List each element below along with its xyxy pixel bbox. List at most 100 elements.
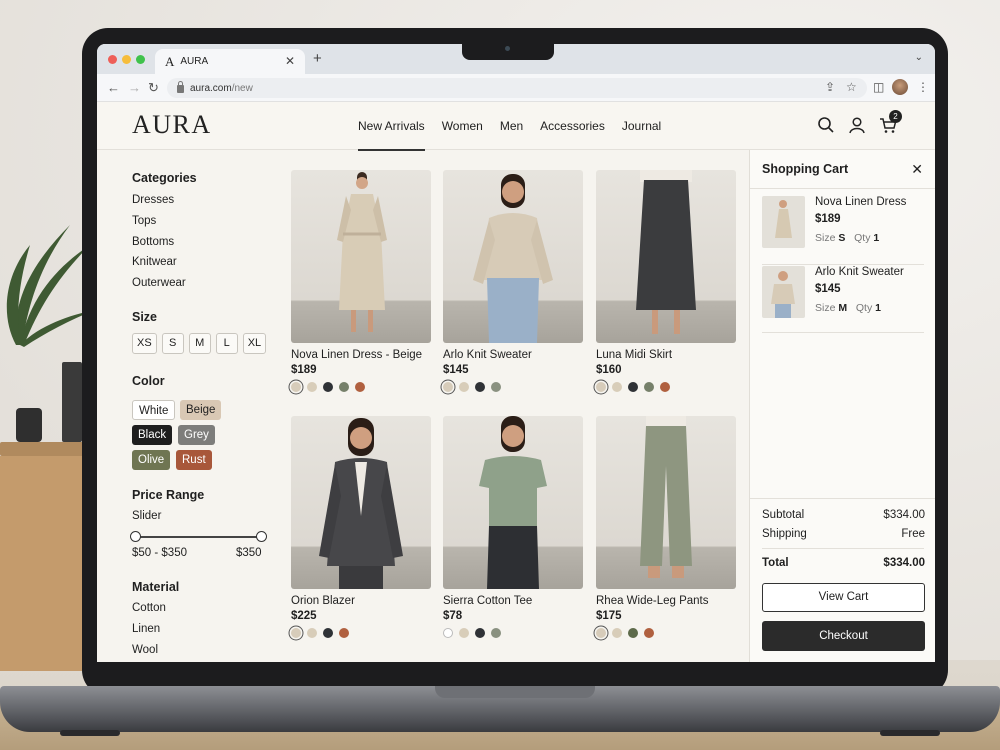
search-icon[interactable]	[817, 116, 835, 134]
product-photo[interactable]	[596, 416, 736, 589]
price-slider-max-handle[interactable]	[256, 531, 267, 542]
color-beige[interactable]: Beige	[180, 400, 222, 420]
cart-item-thumbnail[interactable]	[762, 266, 805, 318]
color-swatch[interactable]	[628, 628, 638, 638]
nav-men[interactable]: Men	[500, 102, 523, 150]
color-swatch[interactable]	[323, 382, 333, 392]
category-dresses[interactable]: Dresses	[132, 194, 174, 206]
product-photo[interactable]	[596, 170, 736, 343]
product-card[interactable]: Orion Blazer $225	[291, 416, 431, 638]
color-swatch[interactable]	[443, 628, 453, 638]
zoom-window-dot[interactable]	[136, 55, 145, 64]
nav-new-arrivals[interactable]: New Arrivals	[358, 102, 425, 151]
account-icon[interactable]	[848, 116, 866, 134]
cart-item-name[interactable]: Nova Linen Dress	[815, 196, 906, 208]
color-swatch[interactable]	[596, 382, 606, 392]
color-swatch[interactable]	[355, 382, 365, 392]
color-swatch[interactable]	[644, 628, 654, 638]
color-black[interactable]: Black	[132, 425, 173, 445]
color-swatch[interactable]	[475, 382, 485, 392]
close-tab-icon[interactable]: ✕	[285, 54, 295, 68]
color-grey[interactable]: Grey	[178, 425, 215, 445]
nav-accessories[interactable]: Accessories	[540, 102, 605, 150]
category-tops[interactable]: Tops	[132, 215, 156, 227]
bookmark-star-icon[interactable]: ☆	[846, 80, 857, 94]
color-swatch[interactable]	[443, 382, 453, 392]
product-name[interactable]: Luna Midi Skirt	[596, 349, 736, 361]
color-swatch[interactable]	[307, 628, 317, 638]
nav-women[interactable]: Women	[442, 102, 483, 150]
address-bar[interactable]: aura.com/new	[167, 78, 867, 98]
color-swatch[interactable]	[628, 382, 638, 392]
product-card[interactable]: Nova Linen Dress - Beige $189	[291, 170, 431, 392]
product-name[interactable]: Orion Blazer	[291, 595, 431, 607]
category-bottoms[interactable]: Bottoms	[132, 236, 174, 248]
site-logo[interactable]: AURA	[132, 110, 212, 140]
laptop-foot	[60, 730, 120, 736]
checkout-button[interactable]: Checkout	[762, 621, 925, 651]
color-swatch[interactable]	[644, 382, 654, 392]
material-wool[interactable]: Wool	[132, 644, 158, 656]
color-swatch[interactable]	[339, 628, 349, 638]
product-card[interactable]: Sierra Cotton Tee $78	[443, 416, 583, 638]
color-white[interactable]: White	[132, 400, 176, 420]
product-name[interactable]: Arlo Knit Sweater	[443, 349, 583, 361]
close-window-dot[interactable]	[108, 55, 117, 64]
size-l[interactable]: L	[215, 333, 238, 354]
size-s[interactable]: S	[161, 333, 184, 354]
category-outerwear[interactable]: Outerwear	[132, 277, 186, 289]
color-swatch[interactable]	[660, 382, 670, 392]
tab-list-chevron-icon[interactable]: ⌄	[915, 52, 923, 63]
product-photo[interactable]	[443, 170, 583, 343]
shipping-row: Shipping Free	[762, 528, 925, 540]
category-knitwear[interactable]: Knitwear	[132, 256, 177, 268]
product-name[interactable]: Sierra Cotton Tee	[443, 595, 583, 607]
size-m[interactable]: M	[188, 333, 211, 354]
price-slider-track[interactable]	[135, 536, 261, 538]
material-linen[interactable]: Linen	[132, 623, 160, 635]
color-swatch[interactable]	[491, 628, 501, 638]
product-card[interactable]: Arlo Knit Sweater $145	[443, 170, 583, 392]
reload-icon[interactable]: ↻	[148, 80, 159, 96]
size-xl[interactable]: XL	[242, 333, 267, 354]
color-swatch[interactable]	[307, 382, 317, 392]
product-name[interactable]: Nova Linen Dress - Beige	[291, 349, 431, 361]
browser-tab[interactable]: A AURA ✕	[155, 49, 305, 74]
material-cotton[interactable]: Cotton	[132, 602, 166, 614]
color-swatch[interactable]	[459, 628, 469, 638]
minimize-window-dot[interactable]	[122, 55, 131, 64]
subtotal-value: $334.00	[883, 509, 925, 521]
cart-item-thumbnail[interactable]	[762, 196, 805, 248]
nav-journal[interactable]: Journal	[622, 102, 661, 150]
color-swatch[interactable]	[291, 382, 301, 392]
product-name[interactable]: Rhea Wide-Leg Pants	[596, 595, 736, 607]
view-cart-button[interactable]: View Cart	[762, 583, 925, 612]
color-swatch[interactable]	[596, 628, 606, 638]
cart-item-name[interactable]: Arlo Knit Sweater	[815, 266, 904, 278]
price-slider-min-handle[interactable]	[130, 531, 141, 542]
close-cart-icon[interactable]: ✕	[911, 161, 923, 178]
color-swatch[interactable]	[491, 382, 501, 392]
color-swatch[interactable]	[612, 382, 622, 392]
more-menu-icon[interactable]: ⋮	[917, 80, 929, 94]
profile-avatar[interactable]	[892, 79, 908, 95]
share-icon[interactable]: ⇪	[825, 80, 835, 94]
sidebar-toggle-icon[interactable]: ◫	[873, 80, 884, 94]
forward-arrow-icon[interactable]: →	[128, 80, 141, 95]
color-swatch[interactable]	[459, 382, 469, 392]
new-tab-icon[interactable]: +	[313, 50, 322, 67]
product-photo[interactable]	[443, 416, 583, 589]
color-swatch[interactable]	[339, 382, 349, 392]
color-rust[interactable]: Rust	[176, 450, 212, 470]
color-swatch[interactable]	[291, 628, 301, 638]
color-olive[interactable]: Olive	[132, 450, 171, 470]
product-card[interactable]: Rhea Wide-Leg Pants $175	[596, 416, 736, 638]
back-arrow-icon[interactable]: ←	[107, 80, 120, 95]
product-photo[interactable]	[291, 170, 431, 343]
color-swatch[interactable]	[323, 628, 333, 638]
color-swatch[interactable]	[612, 628, 622, 638]
product-card[interactable]: Luna Midi Skirt $160	[596, 170, 736, 392]
product-photo[interactable]	[291, 416, 431, 589]
color-swatch[interactable]	[475, 628, 485, 638]
size-xs[interactable]: XS	[132, 333, 157, 354]
